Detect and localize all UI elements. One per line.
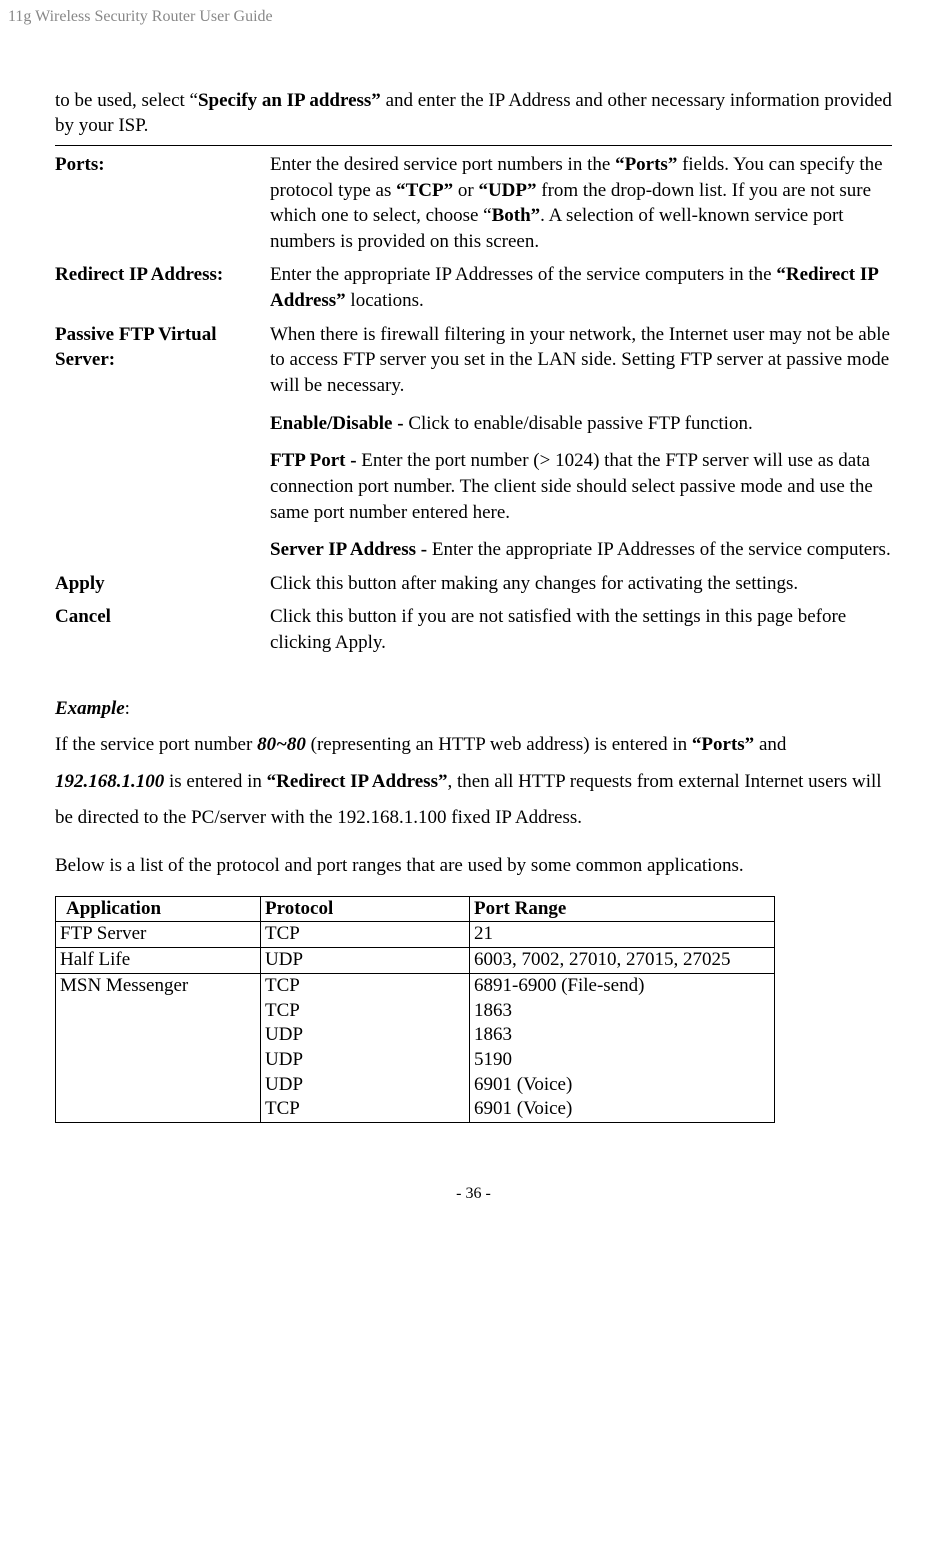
passive-p2-bold: Enable/Disable - [270,413,408,434]
redirect-pre: Enter the appropriate IP Addresses of th… [270,264,776,285]
ports-bold-1: “Ports” [615,154,677,175]
example-heading: Example: [55,696,892,722]
apply-label: Apply [55,571,270,597]
redirect-label: Redirect IP Address: [55,262,270,288]
passive-p4: Server IP Address - Enter the appropriat… [270,537,892,563]
example-p1: If the service port number 80~80 (repres… [55,727,892,835]
cell-range: 21 [470,922,775,948]
table-header-row: Application Protocol Port Range [56,896,775,922]
intro-bold: Specify an IP address” [198,90,381,111]
cell-proto-line: UDP [265,1048,465,1073]
row-ports: Ports: Enter the desired service port nu… [55,152,892,255]
table-row: Half Life UDP 6003, 7002, 27010, 27015, … [56,948,775,974]
passive-p3: FTP Port - Enter the port number (> 1024… [270,448,892,525]
intro-paragraph: to be used, select “Specify an IP addres… [55,88,892,139]
page-running-header: 11g Wireless Security Router User Guide [0,0,947,28]
th-port-range: Port Range [470,896,775,922]
cell-range-line: 6901 (Voice) [474,1073,770,1098]
ex-p1-b2: “Redirect IP Address” [267,771,448,792]
table-row: MSN Messenger TCP TCP UDP UDP UDP TCP 68… [56,973,775,1122]
passive-p2-text: Click to enable/disable passive FTP func… [408,413,752,434]
th-application: Application [56,896,261,922]
cell-proto: UDP [261,948,470,974]
ports-text-or: or [453,180,478,201]
passive-p2: Enable/Disable - Click to enable/disable… [270,411,892,437]
cell-app: FTP Server [56,922,261,948]
page-content: to be used, select “Specify an IP addres… [0,28,947,1123]
apply-value: Click this button after making any chang… [270,571,892,597]
table-row: FTP Server TCP 21 [56,922,775,948]
cell-range: 6003, 7002, 27010, 27015, 27025 [470,948,775,974]
row-passive: Passive FTP Virtual Server: When there i… [55,322,892,563]
cell-proto-line: TCP [265,974,465,999]
cell-proto: TCP [261,922,470,948]
cell-proto: TCP TCP UDP UDP UDP TCP [261,973,470,1122]
row-cancel: Cancel Click this button if you are not … [55,604,892,655]
redirect-value: Enter the appropriate IP Addresses of th… [270,262,892,313]
redirect-post: locations. [346,290,424,311]
cell-proto-line: TCP [265,999,465,1024]
ports-value: Enter the desired service port numbers i… [270,152,892,255]
cell-app-line: MSN Messenger [60,974,256,999]
passive-p4-text: Enter the appropriate IP Addresses of th… [432,539,891,560]
example-p2: Below is a list of the protocol and port… [55,848,892,884]
passive-p3-bold: FTP Port - [270,450,361,471]
applications-table: Application Protocol Port Range FTP Serv… [55,896,775,1123]
example-heading-text: Example [55,698,125,719]
ports-label: Ports: [55,152,270,178]
cell-range: 6891-6900 (File-send) 1863 1863 5190 690… [470,973,775,1122]
cell-proto-line: TCP [265,1097,465,1122]
passive-value: When there is firewall filtering in your… [270,322,892,563]
passive-p3-text: Enter the port number (> 1024) that the … [270,450,873,522]
passive-p4-bold: Server IP Address - [270,539,432,560]
ex-p1-mid2: and [754,734,786,755]
cell-range-line: 5190 [474,1048,770,1073]
cell-range-line: 1863 [474,1023,770,1048]
ex-p1-mid1: (representing an HTTP web address) is en… [306,734,692,755]
cell-app: Half Life [56,948,261,974]
th-protocol: Protocol [261,896,470,922]
cell-range-line: 1863 [474,999,770,1024]
cell-range-line: 6891-6900 (File-send) [474,974,770,999]
row-apply: Apply Click this button after making any… [55,571,892,597]
passive-p1: When there is firewall filtering in your… [270,322,892,399]
cell-app: MSN Messenger [56,973,261,1122]
ex-p1-b1: “Ports” [692,734,754,755]
row-redirect: Redirect IP Address: Enter the appropria… [55,262,892,313]
ports-bold-3: “UDP” [478,180,536,201]
ex-p1-bi2: 192.168.1.100 [55,771,164,792]
page-number: - 36 - [0,1183,947,1225]
ex-p1-pre: If the service port number [55,734,257,755]
ports-bold-2: “TCP” [396,180,453,201]
cell-proto-line: UDP [265,1023,465,1048]
intro-pre: to be used, select “ [55,90,198,111]
ex-p1-mid3: is entered in [164,771,266,792]
ports-bold-4: Both” [492,205,541,226]
divider [55,145,892,146]
cancel-label: Cancel [55,604,270,630]
ports-text-1: Enter the desired service port numbers i… [270,154,615,175]
cancel-value: Click this button if you are not satisfi… [270,604,892,655]
passive-label: Passive FTP Virtual Server: [55,322,270,373]
cell-range-line: 6901 (Voice) [474,1097,770,1122]
cell-proto-line: UDP [265,1073,465,1098]
ex-p1-bi1: 80~80 [257,734,306,755]
